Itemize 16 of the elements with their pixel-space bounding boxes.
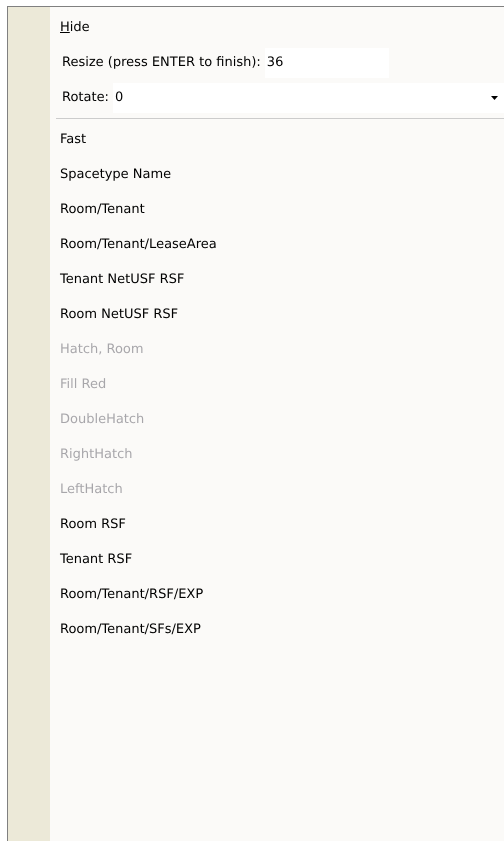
rotate-dropdown[interactable]: 0 <box>112 82 504 112</box>
caret-icon <box>491 96 498 100</box>
resize-input[interactable]: 36 <box>264 48 389 78</box>
menu-item[interactable]: Spacetype Name <box>50 157 172 192</box>
menu-item[interactable]: Fast <box>50 122 86 157</box>
menu-item[interactable]: Tenant NetUSF RSF <box>50 262 184 297</box>
rotate-label: Rotate: <box>62 89 109 107</box>
hide-menu-item[interactable]: Hide <box>50 10 90 45</box>
menu-item[interactable]: Room NetUSF RSF <box>50 297 178 332</box>
menu-item[interactable]: Room/Tenant <box>50 192 145 227</box>
menu-item[interactable]: Room/Tenant/SFs/EXP <box>50 612 201 647</box>
menu-item[interactable]: Room/Tenant/RSF/EXP <box>50 577 204 612</box>
menu-item[interactable]: Room RSF <box>50 507 126 542</box>
menu-item[interactable]: Tenant RSF <box>50 542 132 577</box>
resize-label: Resize (press ENTER to finish): <box>62 54 261 72</box>
menu-item[interactable]: Room/Tenant/LeaseArea <box>50 227 217 262</box>
